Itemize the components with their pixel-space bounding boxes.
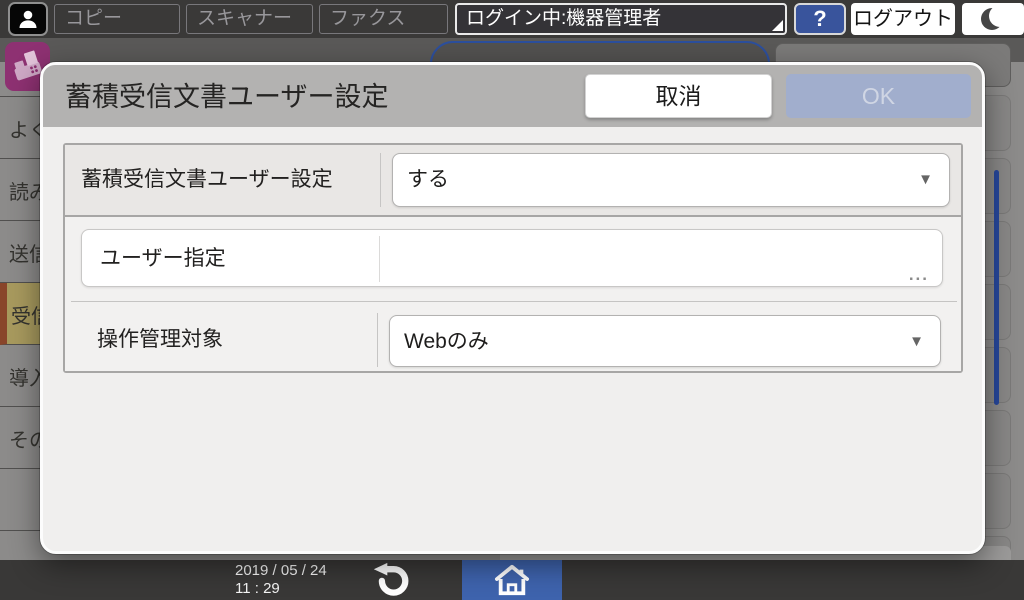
settings-group: 蓄積受信文書ユーザー設定 する ▼ ユーザー指定 ... 操作管理対象 Webの…	[63, 143, 963, 373]
dialog-title: 蓄積受信文書ユーザー設定	[65, 82, 389, 112]
energy-saver-button[interactable]	[962, 3, 1024, 35]
home-icon	[494, 564, 529, 596]
divider	[377, 313, 378, 367]
dropdown-value: Webのみ	[404, 330, 489, 353]
setting-label: 操作管理対象	[97, 328, 223, 351]
setting-row-stored-reception: 蓄積受信文書ユーザー設定 する ▼	[65, 145, 961, 215]
operation-target-dropdown[interactable]: Webのみ ▼	[389, 315, 941, 367]
divider	[380, 153, 381, 207]
home-button[interactable]	[462, 560, 562, 600]
moon-icon	[981, 8, 1003, 30]
back-arrow-icon	[373, 562, 409, 596]
chevron-down-icon: ▼	[918, 171, 933, 188]
ellipsis-icon: ...	[908, 265, 929, 284]
back-button[interactable]	[352, 560, 428, 600]
background-header-strip	[0, 38, 1024, 91]
time-text: 11 : 29	[235, 580, 280, 597]
tab-copy[interactable]: コピー	[54, 4, 180, 34]
login-status-label: ログイン中:機器管理者	[466, 8, 662, 29]
login-status-button[interactable]: ログイン中:機器管理者	[455, 3, 787, 35]
help-button[interactable]: ?	[794, 3, 846, 35]
setting-label: 蓄積受信文書ユーザー設定	[81, 168, 333, 191]
corner-fold-icon	[772, 20, 783, 31]
user-designation-picker[interactable]: ユーザー指定 ...	[81, 229, 943, 287]
divider	[379, 236, 380, 282]
scrollbar-thumb[interactable]	[994, 170, 999, 405]
bottom-bar: 2019 / 05 / 24 11 : 29	[0, 560, 1024, 600]
ok-button-disabled[interactable]: OK	[786, 74, 971, 118]
cancel-button[interactable]: 取消	[585, 74, 772, 118]
person-icon	[19, 10, 37, 28]
stored-reception-user-settings-dialog: 蓄積受信文書ユーザー設定 取消 OK 蓄積受信文書ユーザー設定 する ▼ ユーザ…	[40, 62, 985, 554]
datetime-display: 2019 / 05 / 24 11 : 29	[235, 562, 327, 598]
tab-scanner[interactable]: スキャナー	[186, 4, 313, 34]
stored-reception-dropdown[interactable]: する ▼	[392, 153, 950, 207]
date-text: 2019 / 05 / 24	[235, 562, 327, 579]
dropdown-value: する	[407, 168, 449, 191]
sub-settings-section: ユーザー指定 ... 操作管理対象 Webのみ ▼	[65, 215, 961, 371]
tab-fax[interactable]: ファクス	[319, 4, 448, 34]
setting-row-operation-target: 操作管理対象 Webのみ ▼	[65, 309, 961, 373]
chevron-down-icon: ▼	[909, 333, 924, 350]
logout-button[interactable]: ログアウト	[851, 3, 955, 35]
user-account-button[interactable]	[8, 2, 48, 36]
divider	[71, 301, 957, 302]
top-bar: コピー スキャナー ファクス ログイン中:機器管理者 ? ログアウト	[0, 0, 1024, 38]
setting-label: ユーザー指定	[100, 247, 226, 270]
dialog-header: 蓄積受信文書ユーザー設定 取消 OK	[43, 65, 982, 127]
